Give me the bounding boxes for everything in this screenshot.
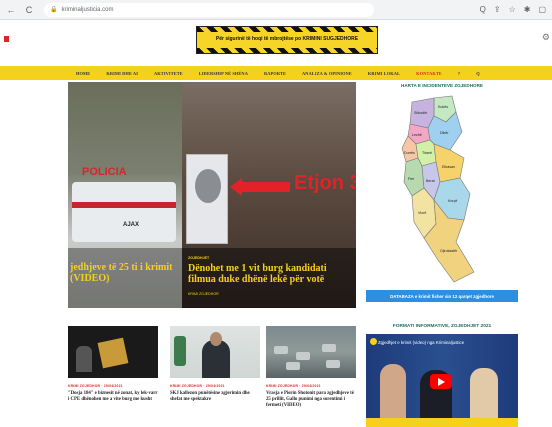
thumbnail-car [296,352,310,360]
featured-title-left[interactable]: jedhjeve të 25 ti i krimit (VIDEO) [70,262,182,284]
featured-caption-right[interactable]: ZGJEDHJET Dënohet me 1 vit burg kandidat… [182,248,356,308]
banner-stripe [197,48,377,53]
video-section-title: FORMATI INFORMATIVE, ZGJEDHJET 2021 [392,324,492,329]
featured-caption-left[interactable]: jedhjeve të 25 ti i krimit (VIDEO) [68,248,182,308]
map-label-diber: Dibër [440,131,449,135]
map-label-shkoder: Shkodër [414,111,428,115]
map-label-lezhe: Lezhë [412,133,422,137]
albania-map[interactable]: Kukës Shkodër Lezhë Dibër Durrës Tiranë … [394,92,492,288]
share-icon[interactable]: ⇪ [494,5,501,14]
video-embed[interactable]: Zgjedhjet e krimit (video) nga Kriminalj… [366,334,518,427]
map-label-fier: Fier [408,177,415,181]
nav-item-raporte[interactable]: RAPORTE [264,71,286,76]
map-label-tirane: Tiranë [422,151,432,155]
flag-banner [174,336,186,366]
nav-search-icon[interactable]: Q [476,71,480,76]
site-header: Për sigurinë të hoqi të mbrojtëse po KRI… [0,20,552,64]
banner-stripe [197,27,377,32]
video-caption[interactable]: Zgjedhjet e krimit (video) nga Kriminalj… [378,340,514,345]
sidebar-map: HARTA E INCIDENTEVE ZGJEDHORE Kukës Shko… [366,82,518,308]
channel-logo-icon [370,338,377,345]
featured-meta: KRIMI ZGJEDHOR [188,292,219,296]
article-thumbnail[interactable] [266,326,356,378]
browser-toolbar: ← C 🔒 kriminaljusticia.com Q ⇪ ☆ ✱ ▢ [0,0,552,20]
address-bar[interactable]: 🔒 kriminaljusticia.com [44,2,374,17]
header-banner[interactable]: Për sigurinë të hoqi të mbrojtëse po KRI… [196,26,378,54]
thumbnail-car [322,344,336,352]
van-stripe [72,202,176,208]
featured-title-right[interactable]: Dënohet me 1 vit burg kandidati filmua d… [188,263,356,285]
article-category[interactable]: KRIMI ZGJEDHOR · 29/04/2021 [266,384,356,388]
article-card[interactable]: KRIMI ZGJEDHOR · 29/04/2021 Vrasja e Pie… [266,326,356,427]
map-label-gjirokaster: Gjirokastër [440,249,458,253]
logo-mark-icon [4,36,9,42]
play-triangle [437,377,445,386]
main-navigation: HOME KRIMI DHE AI AKTIVITETE LIDERSHIP N… [0,66,552,80]
map-label-berat: Berat [426,179,435,183]
nav-item-lidership[interactable]: LIDERSHIP NË SHËNA [199,71,248,76]
article-thumbnail[interactable] [170,326,260,378]
map-label-elbasan: Elbasan [442,165,455,169]
play-button-icon[interactable] [430,374,452,389]
banner-text: Për sigurinë të hoqi të mbrojtëse po KRI… [215,36,359,42]
featured-category[interactable]: ZGJEDHJET [188,256,209,260]
database-button[interactable]: DATABAZA e krimit fisher sin 12 qarqet z… [366,290,518,302]
police-sign: POLICIA [82,166,127,178]
thumbnail-car [326,360,340,368]
back-arrow-icon[interactable]: ← [4,3,18,17]
thumbnail-car [286,362,300,370]
map-label-vlore: Vlorë [418,211,426,215]
lock-icon: 🔒 [50,7,58,13]
photo-overlay-text: Etjon 3 [294,172,356,194]
article-title[interactable]: SKJ kallezon punëtësine zgjerimin dhe sh… [170,391,260,403]
url-text: kriminaljusticia.com [61,6,114,13]
featured-slider[interactable]: POLICIA AJAX Etjon 3 jedhjeve të 25 ti i… [68,82,356,308]
nav-item-aktivitete[interactable]: AKTIVITETE [154,71,183,76]
van-label: AJAX [123,222,140,228]
window-icon[interactable]: ▢ [538,5,546,14]
article-title[interactable]: Vrasja e Pierin Shotonit para zgjedhjeve… [266,391,356,409]
thumbnail-car [274,346,288,354]
thumbnail-figure [76,346,92,372]
article-thumbnail[interactable] [68,326,158,378]
nav-item-kontakte[interactable]: KONTAKTE [416,71,442,76]
map-label-kukes: Kukës [438,105,448,109]
reload-icon[interactable]: C [22,3,36,17]
extensions-icon[interactable]: ✱ [524,5,531,14]
article-category[interactable]: KRIMI ZGJEDHOR · 29/04/2021 [170,384,260,388]
portrait-frame [186,154,228,244]
nav-item-help[interactable]: ? [458,71,460,76]
article-title[interactable]: "Dosja 184" e biznesit në zonat, ky lek-… [68,391,158,403]
portrait-face [195,169,221,203]
article-category[interactable]: KRIMI ZGJEDHOR · 29/04/2021 [68,384,158,388]
map-title: HARTA E INCIDENTEVE ZGJEDHORE [401,83,483,88]
police-van [72,182,176,242]
article-card[interactable]: KRIMI ZGJEDHOR · 29/04/2021 SKJ kallezon… [170,326,260,427]
article-card[interactable]: KRIMI ZGJEDHOR · 29/04/2021 "Dosja 184" … [68,326,158,427]
nav-item-home[interactable]: HOME [76,71,90,76]
thumbnail-box [97,337,129,369]
red-arrow-shaft [238,182,290,192]
search-icon[interactable]: Q [480,5,486,14]
nav-item-krimi-dhe-ai[interactable]: KRIMI DHE AI [106,71,138,76]
nav-item-krimi-lokal[interactable]: KRIMI LOKAL [368,71,400,76]
map-label-durres: Durrës [404,151,415,155]
nav-item-analiza[interactable]: ANALIZA & OPINIONE [302,71,352,76]
speaker-head [210,332,222,346]
gear-icon[interactable]: ⚙ [542,32,550,43]
video-lower-bar [366,418,518,427]
star-icon[interactable]: ☆ [509,5,516,14]
map-label-korce: Korçë [448,199,457,203]
